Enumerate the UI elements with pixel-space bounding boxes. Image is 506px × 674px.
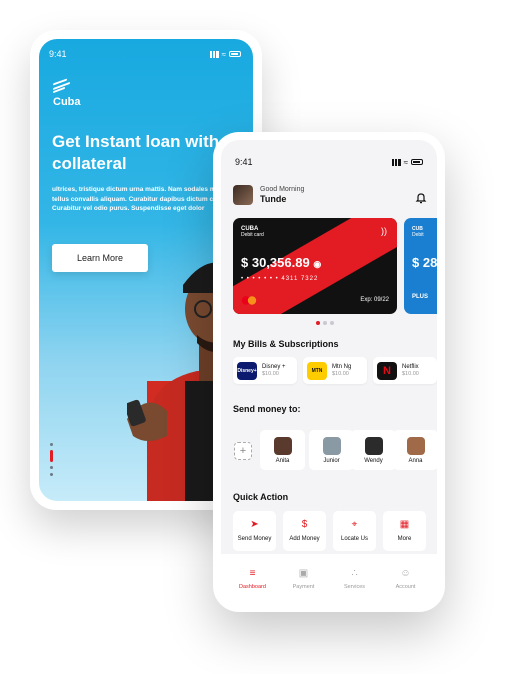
bill-disney[interactable]: Disney+ Disney + $10.00 [233,357,297,384]
contact-wendy[interactable]: Wendy [351,430,396,470]
status-icons: ≈ [391,157,423,167]
carousel-dot[interactable] [323,321,327,325]
status-time: 9:41 [49,49,67,59]
bell-icon[interactable] [415,192,427,204]
contact-avatar [364,436,383,455]
battery-icon [229,51,241,57]
carousel-dot[interactable] [330,321,334,325]
nav-account[interactable]: ☺ Account [383,567,429,590]
contact-name: Wendy [364,457,383,464]
bill-price: $10.00 [402,371,419,377]
bill-name: Mtn Ng [332,364,352,370]
nav-label: Dashboard [239,583,266,590]
status-time: 9:41 [235,157,253,167]
pagination-dot[interactable] [50,443,53,446]
quick-action-title: Quick Action [233,492,289,502]
debit-card[interactable]: CUBA Debit card )) $ 30,356.89 ◉ • • • • … [233,218,397,314]
services-icon: ∴ [351,567,358,579]
bill-name: Disney + [262,364,286,370]
brand-logo: Cuba [53,78,81,108]
contact-avatar [406,436,425,455]
nav-payment[interactable]: ▣ Payment [281,567,327,590]
card-expiry: Exp: 09/22 [360,297,389,303]
contactless-icon: )) [381,226,387,236]
user-name: Tunde [260,194,287,204]
send-money-button[interactable]: ➤ Send Money [233,511,276,551]
signal-icon [209,50,219,58]
brand-name: Cuba [53,96,81,108]
mtn-logo-icon: MTN [307,361,327,380]
card-brand: CUB Debit [412,226,424,238]
card-balance: $ 28 [412,255,437,270]
carousel-dot-active[interactable] [316,321,320,325]
nav-dashboard[interactable]: ≡ Dashboard [230,567,276,590]
send-money-title: Send money to: [233,404,301,414]
send-icon: ➤ [250,519,259,530]
quick-action-label: More [397,536,412,542]
greeting-block: Good Morning Tunde [233,185,304,205]
card-brand: CUBA Debit card [241,226,264,238]
card-balance: $ 30,356.89 ◉ [241,255,322,270]
status-bar: 9:41 ≈ [49,47,241,61]
contact-junior[interactable]: Junior [309,430,354,470]
status-bar: 9:41 ≈ [235,156,423,168]
wallet-icon: ▣ [298,567,309,579]
more-button[interactable]: ▦ More [383,511,426,551]
contact-avatar [322,436,341,455]
add-money-button[interactable]: $ Add Money [283,511,326,551]
dollar-icon: $ [301,519,308,530]
quick-action-label: Send Money [237,536,272,542]
cuba-logo-icon [53,78,71,94]
card-carousel-dots [316,321,334,325]
add-contact-button[interactable]: + [234,442,252,460]
contact-name: Junior [323,457,340,464]
card-number: • • • • • • • 4311 7322 [241,276,319,282]
bill-price: $10.00 [262,371,279,377]
quick-action-label: Locate Us [340,536,368,542]
nav-label: Account [395,583,416,590]
disney-logo-icon: Disney+ [237,361,257,380]
avatar[interactable] [233,185,253,205]
contact-name: Anna [408,457,423,464]
signal-icon [391,158,401,166]
bill-price: $10.00 [332,371,349,377]
contact-name: Anita [275,457,290,464]
onboarding-pagination [50,443,53,476]
locate-us-button[interactable]: ⌖ Locate Us [333,511,376,551]
grid-icon: ▦ [399,519,410,530]
plus-network-logo: PLUS [412,294,429,300]
bill-name: Netflix [402,364,419,370]
bottom-nav: ≡ Dashboard ▣ Payment ∴ Services ☺ Accou… [221,554,437,604]
location-icon: ⌖ [351,519,358,530]
dashboard-phone: 9:41 ≈ Good Morning Tunde CUBA Debit car… [213,132,445,612]
nav-label: Services [343,583,366,590]
dashboard-icon: ≡ [249,567,256,579]
bill-mtn[interactable]: MTN Mtn Ng $10.00 [303,357,367,384]
greeting-text: Good Morning [260,186,305,193]
pagination-dot[interactable] [50,473,53,476]
bill-netflix[interactable]: N Netflix $10.00 [373,357,437,384]
contact-anna[interactable]: Anna [393,430,437,470]
nav-services[interactable]: ∴ Services [332,567,378,590]
pagination-dot-active[interactable] [50,450,53,462]
nav-label: Payment [292,583,315,590]
dashboard-screen: 9:41 ≈ Good Morning Tunde CUBA Debit car… [221,140,437,604]
battery-icon [411,159,423,165]
contact-avatar [273,436,292,455]
netflix-logo-icon: N [377,361,397,380]
status-icons: ≈ [209,49,241,59]
quick-action-label: Add Money [289,536,320,542]
mastercard-icon [241,296,257,305]
account-icon: ☺ [400,567,411,579]
contact-anita[interactable]: Anita [260,430,305,470]
second-card[interactable]: CUB Debit $ 28 PLUS [404,218,437,314]
mockup-stage: 9:41 ≈ Cuba Get Instant loan with no col… [0,0,506,674]
bills-title: My Bills & Subscriptions [233,339,339,349]
wifi-icon: ≈ [403,157,408,167]
pagination-dot[interactable] [50,466,53,469]
eye-off-icon: ◉ [313,259,322,269]
wifi-icon: ≈ [221,49,226,59]
